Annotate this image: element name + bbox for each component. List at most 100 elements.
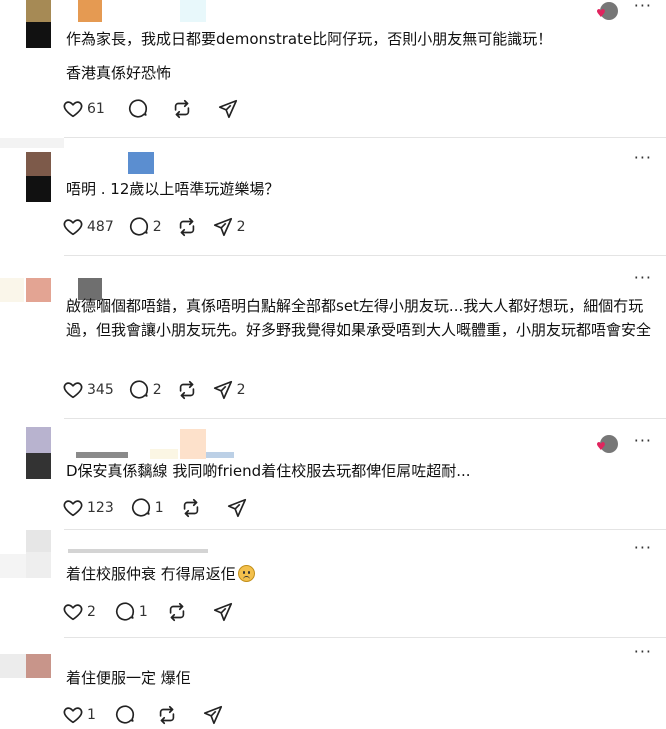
send-icon bbox=[213, 380, 232, 400]
post-2: ··· 唔明 . 12歲以上唔準玩遊樂場？ 487 2 2 bbox=[0, 138, 666, 255]
repost-button[interactable] bbox=[176, 215, 198, 239]
post-6: ··· 着住便服一定 爆佢 1 bbox=[0, 638, 666, 729]
reply-button[interactable]: 2 bbox=[128, 378, 162, 402]
repost-button[interactable] bbox=[156, 703, 178, 727]
reply-button[interactable] bbox=[127, 97, 149, 121]
share-button[interactable] bbox=[202, 703, 224, 727]
avatar[interactable] bbox=[26, 427, 51, 479]
post-text-content: 着住校服仲衰 冇得屌返佢 bbox=[66, 565, 236, 583]
send-icon bbox=[213, 602, 232, 622]
heart-icon bbox=[63, 707, 83, 724]
comment-bubble-icon bbox=[129, 380, 148, 399]
more-options-button[interactable]: ··· bbox=[634, 431, 652, 450]
post-4: ♥ ··· D保安真係黐線 我同啲friend着住校服去玩都俾佢屌咗超耐... … bbox=[0, 419, 666, 529]
repost-icon bbox=[183, 498, 198, 518]
avatar[interactable] bbox=[26, 152, 51, 202]
like-button[interactable]: 61 bbox=[62, 97, 105, 121]
post-text: 着住校服仲衰 冇得屌返佢 bbox=[66, 562, 654, 586]
like-button[interactable]: 2 bbox=[62, 600, 96, 624]
username-redacted bbox=[68, 549, 208, 553]
username-redacted bbox=[180, 0, 206, 22]
comment-bubble-icon bbox=[131, 498, 150, 517]
more-options-button[interactable]: ··· bbox=[634, 0, 652, 15]
heart-icon bbox=[63, 219, 83, 236]
post-3: ··· 啟德嗰個都唔錯，真係唔明白點解全部都set左得小朋友玩...我大人都好想… bbox=[0, 256, 666, 418]
avatar[interactable] bbox=[26, 0, 51, 48]
author-liked-badge: ♥ bbox=[596, 2, 618, 24]
comment-bubble-icon bbox=[115, 602, 134, 621]
share-button[interactable]: 2 bbox=[212, 215, 246, 239]
share-count: 2 bbox=[236, 382, 246, 398]
comment-bubble-icon bbox=[115, 705, 134, 724]
username-redacted bbox=[0, 654, 26, 678]
post-actions: 487 2 2 bbox=[62, 215, 246, 239]
post-actions: 345 2 2 bbox=[62, 378, 246, 402]
repost-button[interactable] bbox=[176, 378, 198, 402]
like-count: 1 bbox=[87, 707, 96, 723]
repost-button[interactable] bbox=[166, 600, 188, 624]
heart-icon bbox=[63, 604, 83, 621]
repost-icon bbox=[179, 217, 194, 237]
post-actions: 123 1 bbox=[62, 496, 248, 520]
reply-count: 2 bbox=[152, 382, 162, 398]
post-5: ··· 着住校服仲衰 冇得屌返佢 2 1 bbox=[0, 530, 666, 637]
post-1: ♥ ··· 作為家長，我成日都要demonstrate比阿仔玩，否則小朋友無可能… bbox=[0, 0, 666, 137]
avatar[interactable] bbox=[26, 530, 51, 578]
avatar[interactable] bbox=[26, 654, 51, 678]
heart-icon: ♥ bbox=[596, 440, 606, 453]
repost-icon bbox=[169, 602, 185, 622]
heart-icon: ♥ bbox=[596, 7, 606, 20]
like-button[interactable]: 123 bbox=[62, 496, 114, 520]
post-text: D保安真係黐線 我同啲friend着住校服去玩都俾佢屌咗超耐... bbox=[66, 462, 471, 480]
like-button[interactable]: 1 bbox=[62, 703, 96, 727]
more-options-button[interactable]: ··· bbox=[634, 538, 652, 557]
reply-button[interactable]: 1 bbox=[114, 600, 148, 624]
repost-icon bbox=[174, 99, 190, 119]
reply-button[interactable]: 1 bbox=[130, 496, 164, 520]
repost-icon bbox=[179, 380, 194, 400]
username-redacted bbox=[0, 278, 24, 302]
more-options-button[interactable]: ··· bbox=[634, 268, 652, 287]
send-icon bbox=[213, 217, 232, 237]
username-redacted bbox=[78, 0, 102, 22]
avatar[interactable] bbox=[26, 278, 51, 302]
username-redacted bbox=[180, 429, 206, 459]
reply-button[interactable]: 2 bbox=[128, 215, 162, 239]
repost-icon bbox=[159, 705, 175, 725]
post-actions: 61 bbox=[62, 97, 239, 121]
like-count: 61 bbox=[87, 101, 105, 117]
reply-count: 1 bbox=[138, 604, 148, 620]
username-redacted bbox=[0, 554, 26, 578]
heart-icon bbox=[63, 500, 83, 517]
repost-button[interactable] bbox=[180, 496, 202, 520]
post-text: 唔明 . 12歲以上唔準玩遊樂場？ bbox=[66, 180, 280, 198]
repost-button[interactable] bbox=[171, 97, 193, 121]
username-redacted bbox=[150, 449, 178, 459]
comment-bubble-icon bbox=[128, 99, 147, 118]
like-count: 2 bbox=[87, 604, 96, 620]
heart-icon bbox=[63, 382, 83, 399]
like-count: 487 bbox=[87, 219, 114, 235]
like-button[interactable]: 345 bbox=[62, 378, 114, 402]
more-options-button[interactable]: ··· bbox=[634, 642, 652, 661]
reply-button[interactable] bbox=[114, 703, 136, 727]
username-redacted bbox=[0, 138, 64, 148]
share-button[interactable]: 2 bbox=[212, 378, 246, 402]
author-liked-badge: ♥ bbox=[596, 435, 618, 457]
share-button[interactable] bbox=[212, 600, 234, 624]
send-icon bbox=[218, 99, 237, 119]
share-button[interactable] bbox=[217, 97, 239, 121]
post-actions: 1 bbox=[62, 703, 224, 727]
like-count: 123 bbox=[87, 500, 114, 516]
share-button[interactable] bbox=[226, 496, 248, 520]
send-icon bbox=[203, 705, 222, 725]
like-button[interactable]: 487 bbox=[62, 215, 114, 239]
share-count: 2 bbox=[236, 219, 246, 235]
username-redacted bbox=[206, 452, 234, 458]
send-icon bbox=[227, 498, 246, 518]
more-options-button[interactable]: ··· bbox=[634, 148, 652, 167]
frowning-face-emoji bbox=[237, 565, 255, 582]
post-actions: 2 1 bbox=[62, 600, 234, 624]
username-redacted bbox=[76, 452, 128, 458]
post-text: 香港真係好恐怖 bbox=[66, 64, 172, 82]
